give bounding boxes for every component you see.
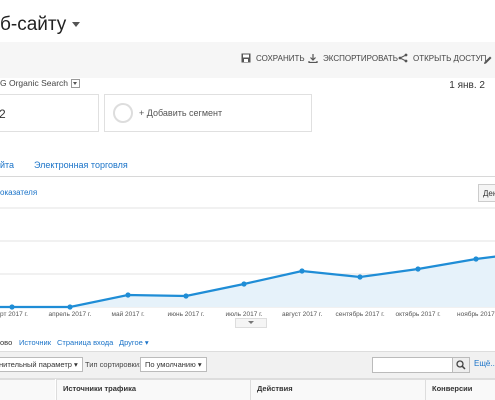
x-tick-label: май 2017 г. <box>111 311 145 318</box>
data-point[interactable] <box>241 281 247 287</box>
save-icon <box>241 53 251 63</box>
line-chart <box>0 207 495 310</box>
more-link-text: Ещё... <box>474 359 495 368</box>
data-point[interactable] <box>415 266 421 272</box>
table-header-sources-label: Источники трафика <box>63 384 136 393</box>
tab-dimension-landing-label: Страница входа <box>57 338 114 347</box>
edit-button[interactable] <box>483 52 493 70</box>
sort-type-select[interactable]: По умолчанию ▾ <box>140 357 207 372</box>
chevron-down-icon: ▾ <box>74 360 78 369</box>
period-day-label: Ден <box>483 189 495 198</box>
share-label: ОТКРЫТЬ ДОСТУП <box>413 53 487 63</box>
x-tick-label: апрель 2017 г. <box>48 311 92 318</box>
tab-dimension-first-label: ово <box>0 338 13 347</box>
export-button[interactable]: ЭКСПОРТИРОВАТЬ <box>308 53 398 63</box>
table-search-input[interactable] <box>372 357 454 373</box>
share-button[interactable]: ОТКРЫТЬ ДОСТУП <box>398 53 486 63</box>
data-point[interactable] <box>67 304 73 310</box>
secondary-param-label: нительный параметр <box>0 360 72 369</box>
tab-dimension-source-label: Источник <box>19 338 52 347</box>
data-point[interactable] <box>299 268 305 274</box>
collapse-chart-button[interactable] <box>235 318 267 328</box>
secondary-param-select[interactable]: нительный параметр ▾ <box>0 357 83 372</box>
tab-ecommerce-label: Электронная торговля <box>34 160 128 170</box>
x-tick-label: рт 2017 г. <box>0 311 28 318</box>
metric-selector-text: оказателя <box>0 188 38 197</box>
report-title[interactable]: б-сайту <box>0 14 81 36</box>
sort-type-label: Тип сортировки: <box>85 360 141 369</box>
metric-selector-link[interactable]: оказателя <box>0 188 37 197</box>
dropdown-icon[interactable] <box>71 78 81 88</box>
add-segment-card[interactable]: + Добавить сегмент <box>104 94 312 132</box>
x-tick-label: сентябрь 2017 г. <box>335 311 385 318</box>
tab-dimension-other-label: Другое <box>119 338 143 347</box>
table-header-checkbox-col <box>0 379 55 400</box>
table-header-conversions[interactable]: Конверсии <box>425 379 495 400</box>
sort-type-value: По умолчанию <box>145 360 196 369</box>
tab-summary-label: йта <box>0 160 15 170</box>
tab-dimension-landing[interactable]: Страница входа <box>57 338 113 347</box>
pencil-icon <box>484 56 492 64</box>
x-tick-label: август 2017 г. <box>282 311 323 318</box>
download-icon <box>308 54 318 63</box>
table-header-actions-label: Действия <box>257 384 293 393</box>
tab-dimension-source[interactable]: Источник <box>19 338 51 347</box>
date-range-text: 1 янв. 2 <box>449 80 485 91</box>
table-header-conversions-label: Конверсии <box>432 384 473 393</box>
more-link[interactable]: Ещё... <box>474 359 495 368</box>
segment-value: 2 <box>0 107 6 121</box>
table-header-sources[interactable]: Источники трафика <box>56 379 250 400</box>
add-segment-label: + Добавить сегмент <box>139 108 223 118</box>
tab-ecommerce[interactable]: Электронная торговля <box>34 160 128 170</box>
date-range[interactable]: 1 янв. 2 <box>449 80 485 91</box>
x-tick-label: июнь 2017 г. <box>167 311 205 318</box>
save-label: СОХРАНИТЬ <box>256 53 305 63</box>
search-icon <box>456 360 466 370</box>
report-title-text: б-сайту <box>0 14 67 35</box>
data-point[interactable] <box>9 304 15 310</box>
tab-dimension-other[interactable]: Другое ▾ <box>119 338 149 347</box>
search-button[interactable] <box>452 357 470 373</box>
chevron-down-icon: ▾ <box>142 338 149 347</box>
table-header-actions[interactable]: Действия <box>250 379 425 400</box>
add-circle-icon <box>113 103 133 123</box>
series-area <box>0 256 495 307</box>
tab-summary[interactable]: йта <box>0 160 14 170</box>
segment-label[interactable]: G Organic Search <box>0 78 81 88</box>
tab-dimension-first[interactable]: ово <box>0 338 12 347</box>
x-tick-label: июль 2017 г. <box>225 311 263 318</box>
chevron-down-icon <box>72 22 81 28</box>
data-point[interactable] <box>473 256 479 262</box>
segment-label-text: G Organic Search <box>0 78 69 88</box>
chevron-down-icon: ▾ <box>197 360 202 369</box>
x-tick-label: октябрь 2017 г. <box>395 311 441 318</box>
data-point[interactable] <box>183 293 189 299</box>
export-label: ЭКСПОРТИРОВАТЬ <box>323 53 398 63</box>
x-tick-label: ноябрь 2017 <box>457 311 495 318</box>
sort-type-text: Тип сортировки: <box>85 360 142 369</box>
segment-card[interactable]: 2 <box>0 94 99 132</box>
data-point[interactable] <box>357 274 363 280</box>
data-point[interactable] <box>125 292 131 298</box>
share-icon <box>398 53 408 63</box>
save-button[interactable]: СОХРАНИТЬ <box>241 53 305 63</box>
tab-divider <box>0 176 495 177</box>
